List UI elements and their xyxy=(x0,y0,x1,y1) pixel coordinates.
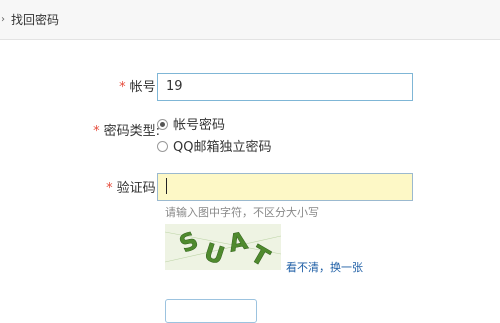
captcha-image[interactable]: SUAT xyxy=(165,224,281,270)
account-input[interactable]: 19 xyxy=(157,73,413,101)
radio-selected-icon[interactable] xyxy=(157,119,168,130)
radio-account-password[interactable]: 帐号密码 xyxy=(157,118,225,134)
captcha-char: A xyxy=(226,226,250,257)
top-bar: › 找回密码 xyxy=(0,0,500,40)
pwd-type-label: * 密码类型: xyxy=(78,123,160,141)
required-mark: * xyxy=(106,181,113,196)
captcha-label: * 验证码: xyxy=(88,180,160,198)
next-button[interactable] xyxy=(165,299,257,323)
page-title: 找回密码 xyxy=(11,13,60,27)
account-label-text: 帐号: xyxy=(129,80,160,95)
account-label: * 帐号: xyxy=(100,79,160,97)
captcha-hint: 请输入图中字符，不区分大小写 xyxy=(165,206,319,219)
captcha-char: T xyxy=(246,240,275,270)
captcha-char: U xyxy=(201,238,228,270)
captcha-label-text: 验证码: xyxy=(116,181,160,196)
captcha-char: S xyxy=(175,226,203,259)
radio-unselected-icon[interactable] xyxy=(157,141,168,152)
captcha-graphic: SUAT xyxy=(165,226,281,270)
radio-label: 帐号密码 xyxy=(173,118,226,133)
pwd-type-label-text: 密码类型: xyxy=(103,124,160,139)
radio-label: QQ邮箱独立密码 xyxy=(173,140,272,155)
text-cursor xyxy=(166,177,167,194)
captcha-input[interactable] xyxy=(157,173,413,201)
radio-qq-mail-password[interactable]: QQ邮箱独立密码 xyxy=(157,140,271,156)
required-mark: * xyxy=(93,124,100,139)
required-mark: * xyxy=(119,80,126,95)
account-input-value: 19 xyxy=(166,79,183,94)
chevron-right-icon: › xyxy=(1,14,5,25)
change-captcha-link[interactable]: 看不清，换一张 xyxy=(286,261,363,275)
